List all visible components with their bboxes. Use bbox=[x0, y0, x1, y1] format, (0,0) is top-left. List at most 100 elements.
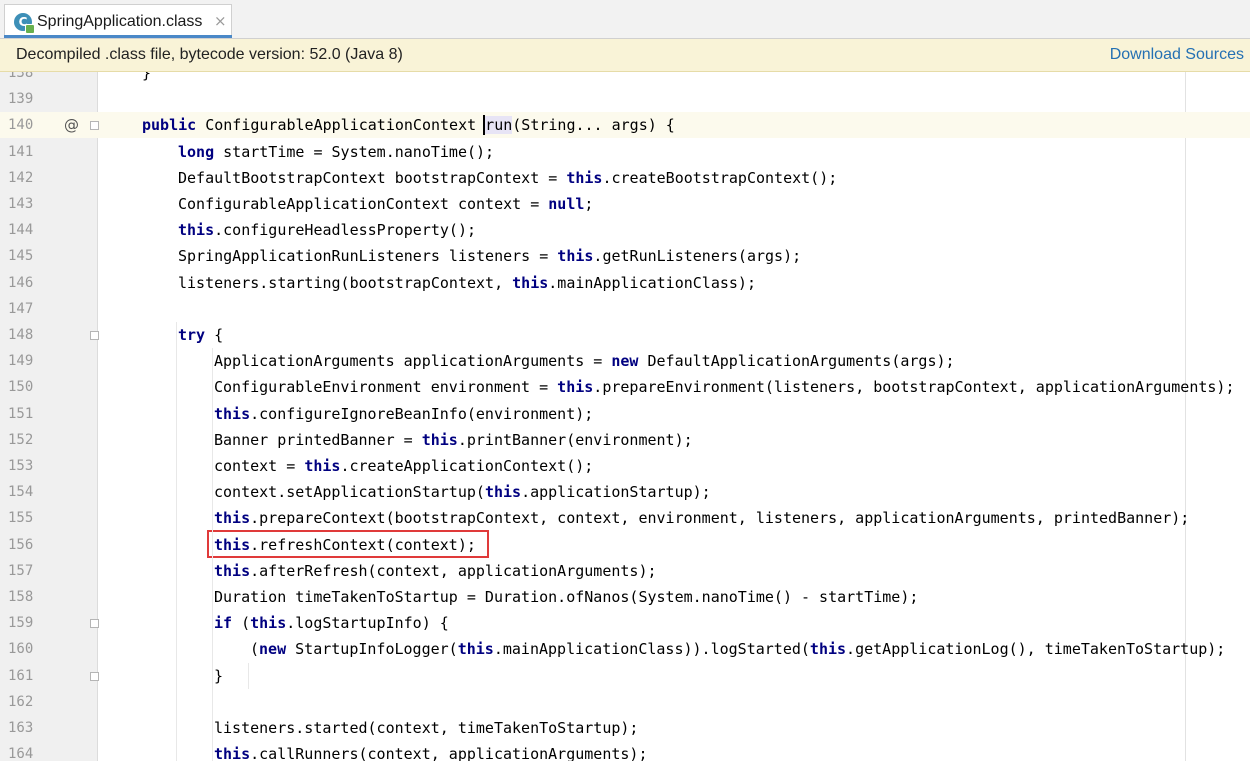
fold-marker-icon[interactable] bbox=[90, 331, 99, 340]
code-line[interactable]: 162 bbox=[0, 689, 1250, 715]
keyword-token: public bbox=[142, 116, 197, 135]
code-token: .configureHeadlessProperty(); bbox=[214, 221, 477, 240]
read-only-lock-icon bbox=[25, 24, 35, 34]
keyword-token: this bbox=[512, 273, 549, 292]
code-token: .logStartupInfo) { bbox=[286, 614, 449, 633]
code-line[interactable]: 149 ApplicationArguments applicationArgum… bbox=[0, 348, 1250, 374]
code-token: .getApplicationLog(), timeTakenToStartup… bbox=[846, 640, 1226, 659]
line-number: 159 bbox=[8, 615, 34, 632]
code-text: listeners.starting(bootstrapContext, thi… bbox=[178, 270, 756, 296]
code-line[interactable]: 158 Duration timeTakenToStartup = Duratio… bbox=[0, 584, 1250, 610]
code-token: listeners.started(context, timeTakenToSt… bbox=[214, 719, 639, 737]
code-token: SpringApplicationRunListeners listeners … bbox=[178, 247, 558, 266]
code-token: ( bbox=[232, 614, 251, 633]
keyword-token: this bbox=[484, 483, 522, 502]
keyword-token: this bbox=[557, 247, 594, 266]
code-token: listeners.starting(bootstrapContext, bbox=[178, 273, 513, 292]
code-token: .createApplicationContext(); bbox=[340, 457, 594, 475]
code-line[interactable]: 142 DefaultBootstrapContext bootstrapCont… bbox=[0, 165, 1250, 191]
code-line[interactable]: 160 (new StartupInfoLogger(this.mainAppli… bbox=[0, 636, 1250, 662]
code-token: context = bbox=[214, 457, 305, 475]
code-line[interactable]: 141 long startTime = System.nanoTime(); bbox=[0, 139, 1250, 165]
close-icon[interactable]: × bbox=[214, 12, 227, 30]
fold-marker-icon[interactable] bbox=[90, 619, 99, 629]
code-line[interactable]: 152 Banner printedBanner = this.printBann… bbox=[0, 427, 1250, 453]
code-line[interactable]: 144 this.configureHeadlessProperty(); bbox=[0, 217, 1250, 243]
code-line[interactable]: 161} bbox=[0, 663, 1250, 689]
code-line[interactable]: 145 SpringApplicationRunListeners listene… bbox=[0, 243, 1250, 269]
keyword-token: this bbox=[214, 745, 251, 761]
keyword-token: this bbox=[304, 457, 341, 475]
code-token: StartupInfoLogger( bbox=[286, 640, 458, 659]
code-text: ConfigurableEnvironment environment = th… bbox=[214, 374, 1234, 400]
code-token: } bbox=[142, 72, 152, 82]
code-line[interactable]: 153 context = this.createApplicationConte… bbox=[0, 453, 1250, 479]
indent-guide bbox=[176, 322, 177, 761]
line-number: 152 bbox=[8, 431, 34, 448]
code-line[interactable]: 148 try { bbox=[0, 322, 1250, 348]
line-number: 160 bbox=[8, 641, 34, 658]
line-number: 164 bbox=[8, 746, 34, 761]
code-token: ConfigurableEnvironment environment = bbox=[214, 378, 558, 397]
line-number: 147 bbox=[8, 300, 34, 317]
fold-marker-icon[interactable] bbox=[90, 121, 99, 131]
line-number: 139 bbox=[8, 91, 34, 108]
code-line[interactable]: 151 this.configureIgnoreBeanInfo(environm… bbox=[0, 401, 1250, 427]
code-line[interactable]: 139 bbox=[0, 86, 1250, 112]
code-token: { bbox=[205, 326, 224, 344]
code-token: .afterRefresh(context, applicationArgume… bbox=[250, 561, 657, 580]
code-editor[interactable]: 138} 139 140 public ConfigurableApplication… bbox=[0, 72, 1250, 761]
fold-marker-icon[interactable] bbox=[90, 671, 99, 681]
code-token: DefaultBootstrapContext bootstrapContext… bbox=[178, 168, 567, 187]
code-text: ApplicationArguments applicationArgument… bbox=[214, 348, 955, 374]
download-sources-link[interactable]: Download Sources bbox=[1110, 46, 1244, 64]
line-number: 140 bbox=[8, 117, 34, 134]
code-line[interactable]: 143 ConfigurableApplicationContext contex… bbox=[0, 191, 1250, 217]
code-line[interactable]: 140 public ConfigurableApplicationContext… bbox=[0, 112, 1250, 139]
line-number: 161 bbox=[8, 667, 34, 684]
code-token: startTime = System.nanoTime(); bbox=[214, 142, 495, 161]
tab-title: SpringApplication.class bbox=[37, 13, 203, 30]
code-token: .printBanner(environment); bbox=[457, 430, 693, 449]
code-line[interactable]: 147 bbox=[0, 296, 1250, 322]
tab-spring-application-class[interactable]: C SpringApplication.class × bbox=[4, 4, 232, 38]
code-token: ; bbox=[584, 195, 594, 213]
code-line[interactable]: 146 listeners.starting(bootstrapContext, … bbox=[0, 270, 1250, 296]
code-text: context = this.createApplicationContext(… bbox=[214, 453, 593, 479]
code-token: } bbox=[214, 666, 224, 685]
code-token: .mainApplicationClass); bbox=[548, 273, 756, 292]
line-number: 150 bbox=[8, 379, 34, 396]
code-text: } bbox=[142, 72, 151, 86]
code-token: .prepareContext(bootstrapContext, contex… bbox=[250, 509, 1190, 528]
highlight-annotation-box bbox=[207, 529, 489, 558]
code-line[interactable]: 156 this.refreshContext(context); bbox=[0, 529, 1250, 558]
keyword-token: this bbox=[421, 430, 458, 449]
code-text: this.callRunners(context, applicationArg… bbox=[214, 741, 647, 761]
code-text: Duration timeTakenToStartup = Duration.o… bbox=[214, 584, 918, 610]
code-line[interactable]: 159 if (this.logStartupInfo) { bbox=[0, 610, 1250, 636]
code-token: .createBootstrapContext(); bbox=[602, 168, 838, 187]
code-line[interactable]: 138} bbox=[0, 72, 1250, 86]
code-line[interactable]: 154 context.setApplicationStartup(this.ap… bbox=[0, 479, 1250, 505]
code-token: .configureIgnoreBeanInfo(environment); bbox=[250, 404, 594, 423]
code-line[interactable]: 164 this.callRunners(context, application… bbox=[0, 741, 1250, 761]
code-line[interactable]: 155 this.prepareContext(bootstrapContext,… bbox=[0, 505, 1250, 531]
code-text: this.prepareContext(bootstrapContext, co… bbox=[214, 505, 1189, 531]
code-token: .applicationStartup); bbox=[521, 483, 711, 502]
code-text: } bbox=[214, 663, 223, 689]
method-name-token: run bbox=[485, 116, 513, 135]
keyword-token: this bbox=[557, 378, 594, 397]
code-line[interactable]: 163 listeners.started(context, timeTakenT… bbox=[0, 715, 1250, 741]
code-token: .mainApplicationClass)).logStarted( bbox=[493, 640, 810, 659]
keyword-token: this bbox=[809, 640, 847, 659]
decompiled-notice-banner: Decompiled .class file, bytecode version… bbox=[0, 39, 1250, 72]
keyword-token: this bbox=[457, 640, 494, 659]
code-token: ApplicationArguments applicationArgument… bbox=[214, 352, 612, 371]
java-class-icon: C bbox=[14, 13, 35, 34]
line-number: 154 bbox=[8, 484, 34, 501]
code-line[interactable]: 150 ConfigurableEnvironment environment =… bbox=[0, 374, 1250, 400]
keyword-token: this bbox=[566, 168, 603, 187]
code-line[interactable]: 157 this.afterRefresh(context, applicatio… bbox=[0, 558, 1250, 584]
code-text: try { bbox=[178, 322, 223, 348]
override-marker-icon[interactable]: @ bbox=[64, 112, 79, 138]
